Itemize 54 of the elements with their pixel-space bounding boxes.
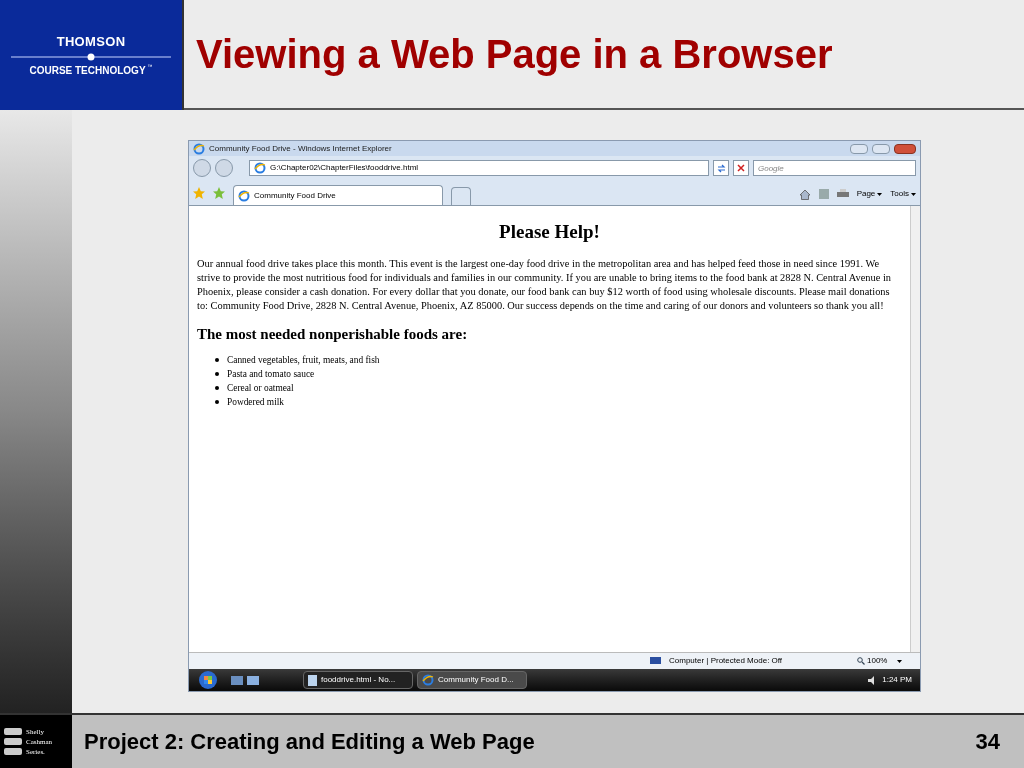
footer-title: Project 2: Creating and Editing a Web Page (84, 728, 535, 756)
taskbar-button[interactable]: fooddrive.html - No... (303, 671, 413, 689)
list-item: Cereal or oatmeal (227, 382, 294, 395)
browser-icon (238, 189, 250, 202)
caret-icon (877, 192, 883, 196)
stop-button[interactable] (733, 160, 749, 176)
back-button[interactable] (193, 159, 211, 177)
list-item: Canned vegetables, fruit, meats, and fish (227, 354, 380, 367)
maximize-button[interactable] (872, 143, 890, 154)
slide-title: Viewing a Web Page in a Browser (196, 31, 833, 78)
magnifier-icon (857, 657, 865, 665)
page-subheading: The most needed nonperishable foods are: (197, 324, 469, 344)
desktop-icon[interactable] (231, 675, 243, 685)
bullet-icon (215, 386, 219, 390)
start-button[interactable] (197, 670, 219, 690)
zoom-level[interactable]: 100% (857, 655, 912, 667)
bullet-icon (215, 372, 219, 376)
taskbar-button[interactable]: Community Food D... (417, 671, 527, 689)
bullet-icon (215, 400, 219, 404)
toolbar-menu[interactable]: Tools (890, 188, 916, 200)
window-title: Community Food Drive - Windows Internet Explorer (209, 142, 393, 155)
bullet-icon (215, 358, 219, 362)
browser-icon (193, 142, 205, 155)
toolbar-menu[interactable]: Page (856, 188, 883, 200)
close-icon (737, 164, 745, 172)
refresh-button[interactable] (713, 160, 729, 176)
printer-icon[interactable] (836, 189, 849, 199)
list-item: Pasta and tomato sauce (227, 368, 315, 381)
star-icon[interactable] (193, 187, 205, 199)
page-heading: Please Help! (498, 220, 601, 244)
logo-text: THOMSON (56, 32, 126, 51)
address-field[interactable]: G:\Chapter02\ChapterFiles\fooddrive.html (249, 160, 709, 176)
clock: 1:24 PM (882, 674, 912, 686)
page-icon (254, 162, 266, 174)
computer-icon (650, 656, 661, 666)
refresh-icon (716, 163, 726, 173)
forward-button[interactable] (215, 159, 233, 177)
browser-tab[interactable]: Community Food Drive (233, 185, 443, 205)
search-field[interactable]: Google (753, 160, 916, 176)
star-line-icon (11, 53, 171, 62)
window-switch-icon[interactable] (247, 675, 259, 685)
caret-icon (911, 192, 916, 196)
status-zone: Computer | Protected Mode: Off (669, 655, 784, 667)
minimize-button[interactable] (850, 143, 868, 154)
notepad-icon (308, 674, 317, 686)
home-icon[interactable] (798, 188, 811, 200)
slide-number: 34 (975, 728, 1000, 756)
caret-icon (897, 659, 903, 663)
close-button[interactable] (894, 143, 916, 154)
list-item: Powdered milk (227, 396, 285, 409)
new-tab-button[interactable] (451, 187, 471, 205)
logo-text: COURSE TECHNOLOGY (29, 64, 146, 79)
browser-icon (422, 674, 434, 686)
page-paragraph: Our annual food drive takes place this month. This event is the largest one-day food drive in the metropolitan area and has helped feed those in need since 1991. We strive to provide the most nutritious food for individuals and families in our community. If you are unable to bring items to the food bank at 2828 N. Central Avenue in Phoenix, please consider a cash donation. For every dollar that you donate, our food bank can buy $12 worth of food using wholesale discounts. Please mail donations to: Community Food Drive, 2828 N. Central Avenue, Phoenix, AZ 85000. Our success depends on the time and caring of our donors and volunteers so thank you all! (197, 256, 893, 313)
